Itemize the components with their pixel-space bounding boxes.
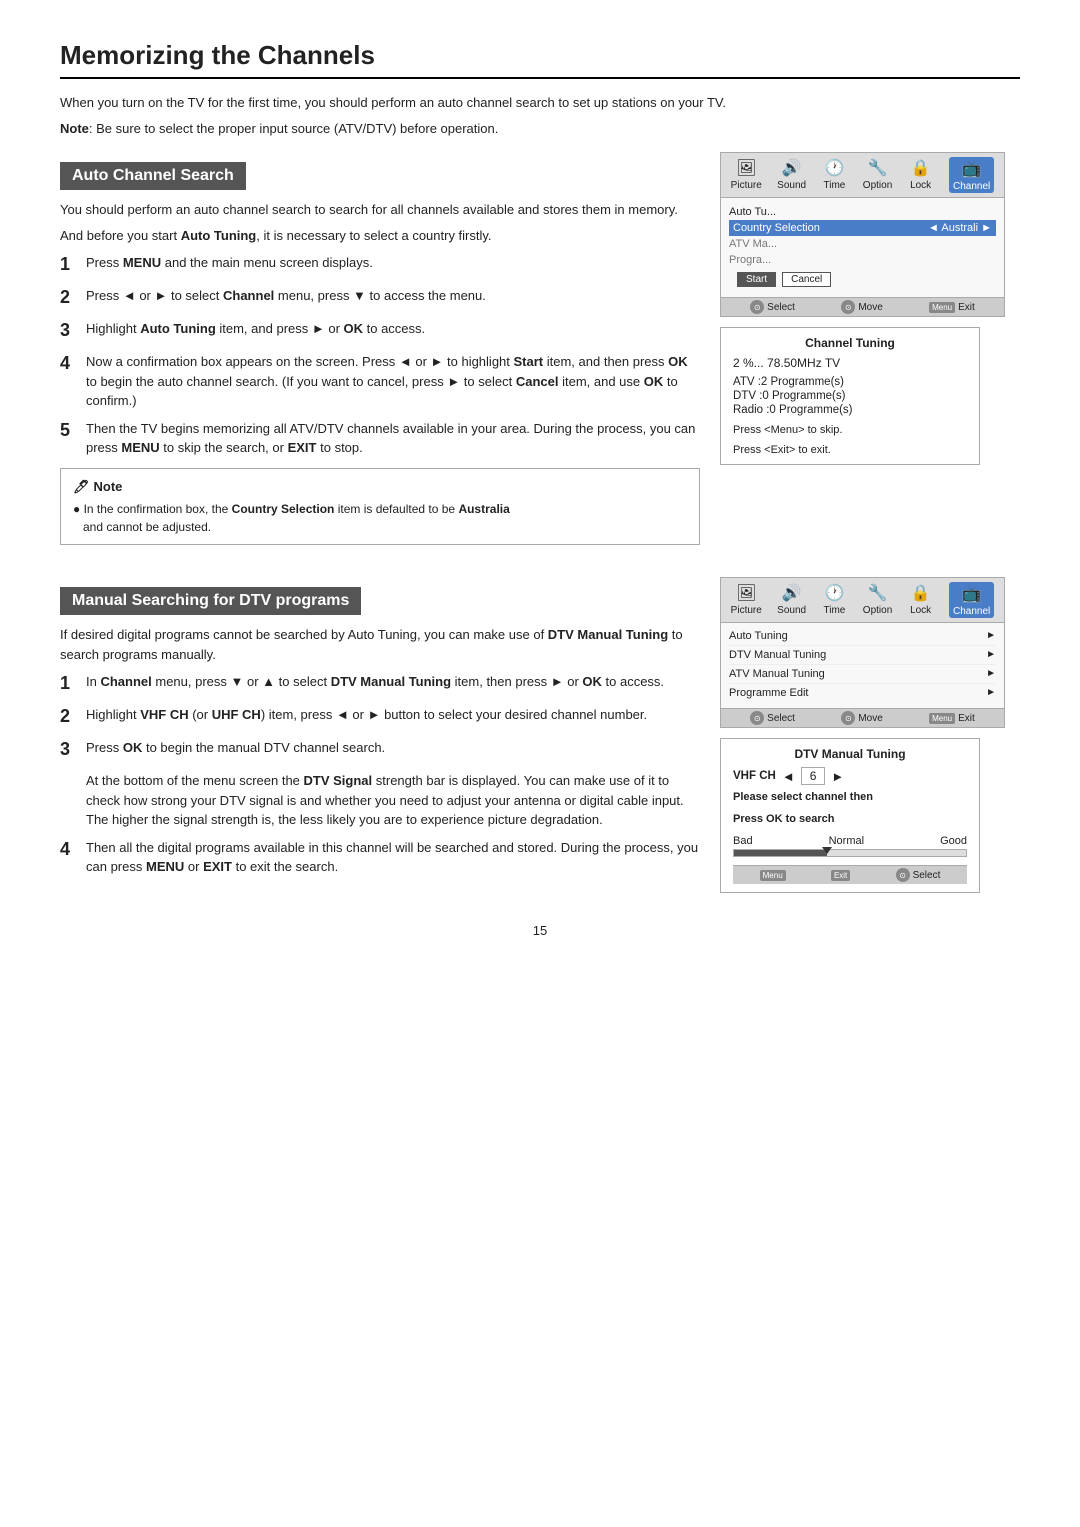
ch-left-arrow[interactable]: ◄ (782, 769, 795, 784)
step-4: 4 Now a confirmation box appears on the … (60, 352, 700, 411)
dtv-select-icon: ⊙ (896, 868, 910, 882)
s2-step-4: 4 Then all the digital programs availabl… (60, 838, 700, 877)
signal-bar-track (733, 849, 967, 857)
s2-step-3b: 3 At the bottom of the menu screen the D… (60, 771, 700, 830)
note-bold: Note (60, 121, 89, 136)
ct-press1: Press <Menu> to skip. (733, 424, 967, 436)
select-icon: ⊙ (750, 300, 764, 314)
s2-menu-time: 🕐 Time (821, 582, 847, 618)
section1-desc2: And before you start Auto Tuning, it is … (60, 226, 700, 246)
step-2: 2 Press ◄ or ► to select Channel menu, p… (60, 286, 700, 311)
tv-screen-2: 🖼 Picture 🔊 Sound 🕐 Time 🔧 Option (720, 577, 1005, 728)
menu-item-lock: 🔒 Lock (908, 157, 934, 193)
tv-row-atv-manual: ATV Ma... (729, 236, 996, 252)
step-5: 5 Then the TV begins memorizing all ATV/… (60, 419, 700, 458)
section2-content: Manual Searching for DTV programs If des… (60, 577, 700, 885)
tv-menu-bar-2: 🖼 Picture 🔊 Sound 🕐 Time 🔧 Option (721, 578, 1004, 623)
tv-screen-1: 🖼 Picture 🔊 Sound 🕐 Time 🔧 Option 🔒 (720, 152, 1005, 317)
dtv-msg2: Press OK to search (733, 813, 967, 825)
ch-right-arrow[interactable]: ► (831, 769, 844, 784)
menu-item-time: 🕐 Time (821, 157, 847, 193)
dtv-msg1: Please select channel then (733, 791, 967, 803)
intro-paragraph-2: Note: Be sure to select the proper input… (60, 119, 1020, 139)
tv-footer-2: ⊙ Select ⊙ Move Menu Exit (721, 708, 1004, 727)
s2-menu-picture: 🖼 Picture (731, 582, 762, 618)
menu-item-channel-active: 📺 Channel (949, 157, 994, 193)
tv-row-programme: Progra... (729, 252, 996, 268)
tv-row-country: Country Selection ◄ Australi ► (729, 220, 996, 236)
s2-step-1: 1 In Channel menu, press ▼ or ▲ to selec… (60, 672, 700, 697)
section1-steps: 1 Press MENU and the main menu screen di… (60, 253, 700, 458)
note-content: ● In the confirmation box, the Country S… (73, 500, 687, 536)
section1-desc: You should perform an auto channel searc… (60, 200, 700, 220)
signal-normal-label: Normal (829, 835, 864, 847)
note-box: 🖊 Note ● In the confirmation box, the Co… (60, 468, 700, 546)
signal-bar-area: Bad Normal Good (733, 835, 967, 857)
ch-number: 6 (801, 767, 826, 785)
section1-screens: 🖼 Picture 🔊 Sound 🕐 Time 🔧 Option 🔒 (720, 152, 1020, 465)
dtv-menu-btn: Menu (760, 870, 786, 881)
channel-tuning-freq: 2 %... 78.50MHz TV (733, 356, 967, 370)
section2-screens: 🖼 Picture 🔊 Sound 🕐 Time 🔧 Option (720, 577, 1020, 893)
note-rest: : Be sure to select the proper input sou… (89, 121, 498, 136)
cancel-button[interactable]: Cancel (782, 272, 831, 287)
vhf-label: VHF CH (733, 770, 776, 782)
dtv-vhf-row: VHF CH ◄ 6 ► (733, 767, 967, 785)
step-3: 3 Highlight Auto Tuning item, and press … (60, 319, 700, 344)
dtv-manual-box: DTV Manual Tuning VHF CH ◄ 6 ► Please se… (720, 738, 980, 893)
s2-row-atv-manual: ATV Manual Tuning ► (729, 665, 996, 684)
s2-select-icon: ⊙ (750, 711, 764, 725)
section1-title: Auto Channel Search (60, 162, 246, 190)
section2-steps: 1 In Channel menu, press ▼ or ▲ to selec… (60, 672, 700, 877)
page-number: 15 (60, 923, 1020, 938)
tv-buttons: Start Cancel (729, 268, 996, 291)
s2-menu-channel-active: 📺 Channel (949, 582, 994, 618)
s2-menu-sound: 🔊 Sound (777, 582, 806, 618)
page-title: Memorizing the Channels (60, 40, 1020, 79)
signal-marker (822, 847, 832, 854)
tv-content-2: Auto Tuning ► DTV Manual Tuning ► ATV Ma… (721, 623, 1004, 708)
dtv-exit-btn: Exit (831, 870, 850, 881)
section2-desc: If desired digital programs cannot be se… (60, 625, 700, 664)
ct-row-atv: ATV :2 Programme(s) (733, 376, 967, 388)
dtv-manual-title: DTV Manual Tuning (733, 747, 967, 761)
s2-menu-lock: 🔒 Lock (908, 582, 934, 618)
dtv-footer: Menu Exit ⊙ Select (733, 865, 967, 884)
signal-bar-fill (734, 850, 827, 856)
menu-item-option: 🔧 Option (863, 157, 892, 193)
signal-labels: Bad Normal Good (733, 835, 967, 847)
step-1: 1 Press MENU and the main menu screen di… (60, 253, 700, 278)
s2-step-2: 2 Highlight VHF CH (or UHF CH) item, pre… (60, 705, 700, 730)
menu-label: Menu (929, 302, 955, 313)
section1-content: Auto Channel Search You should perform a… (60, 152, 700, 555)
tv-footer-1: ⊙ Select ⊙ Move Menu Exit (721, 297, 1004, 316)
tv-content-1: Auto Tu... Country Selection ◄ Australi … (721, 198, 1004, 297)
signal-good-label: Good (940, 835, 967, 847)
ct-press2: Press <Exit> to exit. (733, 444, 967, 456)
section2-title: Manual Searching for DTV programs (60, 587, 361, 615)
channel-tuning-box: Channel Tuning 2 %... 78.50MHz TV ATV :2… (720, 327, 980, 465)
start-button[interactable]: Start (737, 272, 776, 287)
menu-item-picture: 🖼 Picture (731, 157, 762, 193)
tv-menu-bar-1: 🖼 Picture 🔊 Sound 🕐 Time 🔧 Option 🔒 (721, 153, 1004, 198)
s2-step-3: 3 Press OK to begin the manual DTV chann… (60, 738, 700, 763)
ct-row-radio: Radio :0 Programme(s) (733, 404, 967, 416)
s2-menu-option: 🔧 Option (863, 582, 892, 618)
menu-item-sound: 🔊 Sound (777, 157, 806, 193)
channel-tuning-title: Channel Tuning (733, 336, 967, 350)
s2-menu-label: Menu (929, 713, 955, 724)
signal-bad-label: Bad (733, 835, 753, 847)
s2-move-icon: ⊙ (841, 711, 855, 725)
s2-row-dtv-manual: DTV Manual Tuning ► (729, 646, 996, 665)
s2-row-programme-edit: Programme Edit ► (729, 684, 996, 702)
s2-row-auto-tuning: Auto Tuning ► (729, 627, 996, 646)
intro-paragraph-1: When you turn on the TV for the first ti… (60, 93, 1020, 113)
move-icon: ⊙ (841, 300, 855, 314)
ct-row-dtv: DTV :0 Programme(s) (733, 390, 967, 402)
tv-row-auto-tuning: Auto Tu... (729, 204, 996, 220)
